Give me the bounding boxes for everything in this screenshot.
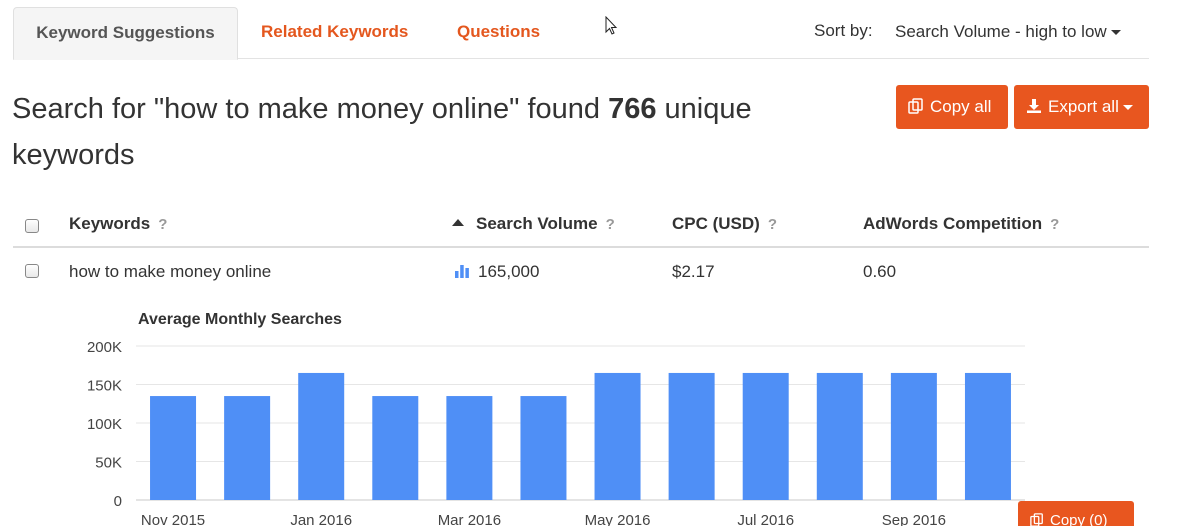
x-tick-label: Sep 2016 xyxy=(882,512,946,526)
caret-down-icon xyxy=(1110,30,1121,36)
chart-bar xyxy=(298,372,345,500)
export-all-label: Export all xyxy=(1048,97,1119,116)
copy-icon xyxy=(1030,513,1043,526)
bar-chart-icon[interactable] xyxy=(454,264,470,278)
keyword-cell: how to make money online xyxy=(69,262,272,281)
help-icon[interactable]: ? xyxy=(768,216,777,233)
chart-bar xyxy=(816,372,863,500)
copy-all-label: Copy all xyxy=(930,97,992,116)
chart-bar xyxy=(964,372,1011,500)
header-competition[interactable]: AdWords Competition? xyxy=(863,214,1059,234)
header-search-volume[interactable]: Search Volume? xyxy=(452,214,615,234)
help-icon[interactable]: ? xyxy=(1050,216,1059,233)
monthly-searches-chart: 0 50K 100K 150K 200K Nov 2015 Jan 2016 Mar 2016… xyxy=(87,339,1025,526)
chart-title: Average Monthly Searches xyxy=(138,311,342,328)
chart-bar xyxy=(742,372,789,500)
x-tick-label: Jul 2016 xyxy=(737,512,794,526)
row-checkbox[interactable] xyxy=(25,264,39,278)
y-tick-label: 150K xyxy=(87,378,122,395)
header-search-volume-label: Search Volume xyxy=(476,214,598,233)
tab-keyword-suggestions[interactable]: Keyword Suggestions xyxy=(13,7,238,60)
y-tick-label: 50K xyxy=(95,455,122,472)
export-all-button[interactable]: Export all xyxy=(1014,85,1149,129)
sort-ascending-icon xyxy=(452,219,464,226)
help-icon[interactable]: ? xyxy=(606,216,615,233)
sort-label: Sort by: xyxy=(814,21,873,40)
chart-bar xyxy=(668,372,715,500)
select-all-checkbox[interactable] xyxy=(25,219,39,233)
chart-bar xyxy=(890,372,937,500)
x-tick-label: Jan 2016 xyxy=(290,512,352,526)
mouse-cursor-icon xyxy=(605,16,618,35)
header-cpc[interactable]: CPC (USD)? xyxy=(672,214,777,234)
copy-selected-button[interactable]: Copy (0) xyxy=(1018,501,1134,526)
caret-down-icon xyxy=(1122,105,1133,111)
chart-bar xyxy=(446,396,493,500)
header-cpc-label: CPC (USD) xyxy=(672,214,760,233)
table-row[interactable]: how to make money online 165,000 $2.17 0… xyxy=(13,250,1149,294)
chart-bar xyxy=(594,372,641,500)
chart-bar xyxy=(520,396,567,500)
tab-bar: Keyword Suggestions Related Keywords Que… xyxy=(13,7,1149,60)
download-icon xyxy=(1027,99,1041,113)
tab-related-keywords[interactable]: Related Keywords xyxy=(261,7,408,59)
y-tick-label: 100K xyxy=(87,416,122,433)
sort-dropdown[interactable]: Search Volume - high to low xyxy=(895,22,1121,42)
volume-value: 165,000 xyxy=(478,262,540,281)
y-tick-label: 200K xyxy=(87,339,122,356)
header-keywords-label: Keywords xyxy=(69,214,151,233)
header-keywords[interactable]: Keywords? xyxy=(69,214,167,234)
tab-questions[interactable]: Questions xyxy=(457,7,540,59)
copy-all-button[interactable]: Copy all xyxy=(896,85,1008,129)
x-tick-label: Nov 2015 xyxy=(141,512,205,526)
header-competition-label: AdWords Competition xyxy=(863,214,1043,233)
result-count: 766 xyxy=(608,93,657,125)
copy-icon xyxy=(908,98,923,114)
chart-bar xyxy=(150,396,197,500)
chart-bar xyxy=(372,396,419,500)
volume-cell: 165,000 xyxy=(454,262,539,282)
sort-value: Search Volume - high to low xyxy=(895,22,1107,41)
x-tick-label: May 2016 xyxy=(585,512,651,526)
help-icon[interactable]: ? xyxy=(158,216,167,233)
headline-prefix: Search for "how to make money online" fo… xyxy=(12,93,609,125)
copy-selected-label: Copy (0) xyxy=(1050,512,1108,526)
competition-cell: 0.60 xyxy=(863,262,897,281)
table-header: Keywords? Search Volume? CPC (USD)? AdWo… xyxy=(13,200,1149,248)
results-headline: Search for "how to make money online" fo… xyxy=(12,86,872,178)
y-tick-label: 0 xyxy=(114,493,122,510)
chart-bar xyxy=(224,396,271,500)
cpc-cell: $2.17 xyxy=(672,262,715,281)
x-tick-label: Mar 2016 xyxy=(438,512,501,526)
